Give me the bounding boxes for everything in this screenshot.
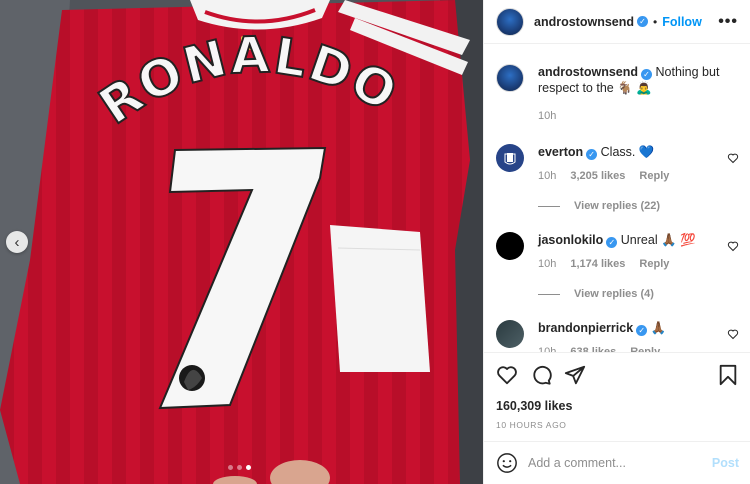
- carousel-dot: [228, 465, 233, 470]
- view-replies-button[interactable]: View replies (4): [538, 288, 739, 300]
- comment-text: Class. 💙: [600, 145, 655, 159]
- comment-input[interactable]: [528, 456, 712, 470]
- comment-likes[interactable]: 1,174 likes: [570, 256, 625, 272]
- svg-text:RONALDO: RONALDO: [89, 26, 408, 136]
- caption-username[interactable]: androstownsend: [538, 65, 638, 79]
- comment-time[interactable]: 10h: [538, 256, 556, 272]
- caption-time[interactable]: 10h: [538, 108, 556, 124]
- comments-list[interactable]: androstownsend ✓ Nothing but respect to t…: [484, 44, 750, 352]
- comment-likes[interactable]: 638 likes: [570, 344, 616, 352]
- post-sidebar: androstownsend ✓ • Follow ••• androstown…: [483, 0, 750, 484]
- caption: androstownsend ✓ Nothing but respect to t…: [496, 64, 739, 124]
- like-comment-heart-icon[interactable]: [727, 152, 739, 164]
- comment-username[interactable]: everton: [538, 145, 583, 159]
- commenter-avatar[interactable]: [496, 232, 524, 260]
- commenter-avatar[interactable]: [496, 320, 524, 348]
- verified-badge-icon: ✓: [606, 237, 618, 248]
- comment: everton ✓ Class. 💙 10h 3,205 likes Reply: [496, 144, 739, 184]
- reply-button[interactable]: Reply: [630, 344, 660, 352]
- comment: brandonpierrick ✓ 🙏🏾 10h 638 likes Reply: [496, 320, 739, 352]
- post-header: androstownsend ✓ • Follow •••: [484, 0, 750, 44]
- save-bookmark-icon[interactable]: [717, 364, 739, 386]
- comment-bubble-icon[interactable]: [530, 364, 552, 386]
- post-actions: 160,309 likes 10 HOURS AGO: [484, 352, 750, 430]
- view-replies-button[interactable]: View replies (22): [538, 200, 739, 212]
- sleeve-cuff: [330, 225, 430, 372]
- carousel-prev-button[interactable]: ‹: [6, 231, 28, 253]
- verified-badge-icon: ✓: [641, 69, 653, 80]
- like-comment-heart-icon[interactable]: [727, 240, 739, 252]
- carousel-dots: [228, 465, 251, 470]
- post-photo[interactable]: RONALDO ‹: [0, 0, 483, 484]
- emoji-icon[interactable]: [496, 452, 518, 474]
- separator-dot: •: [653, 14, 658, 29]
- verified-badge-icon: ✓: [586, 149, 598, 160]
- caption-avatar[interactable]: [496, 64, 524, 92]
- more-options-icon[interactable]: •••: [718, 13, 738, 31]
- likes-count[interactable]: 160,309 likes: [496, 399, 739, 413]
- reply-button[interactable]: Reply: [639, 256, 669, 272]
- carousel-dot-active: [246, 465, 251, 470]
- comment-text: Unreal 🙏🏾 💯: [620, 233, 696, 247]
- author-avatar[interactable]: [496, 7, 524, 36]
- comment-time[interactable]: 10h: [538, 344, 556, 352]
- comment-username[interactable]: brandonpierrick: [538, 321, 633, 335]
- comment-likes[interactable]: 3,205 likes: [570, 168, 625, 184]
- verified-badge-icon: ✓: [636, 325, 648, 336]
- comment: jasonlokilo ✓ Unreal 🙏🏾 💯 10h 1,174 likes…: [496, 232, 739, 272]
- everton-crest-icon: [504, 153, 516, 165]
- carousel-dot: [237, 465, 242, 470]
- like-heart-icon[interactable]: [496, 364, 518, 386]
- like-comment-heart-icon[interactable]: [727, 328, 739, 340]
- comment-time[interactable]: 10h: [538, 168, 556, 184]
- comment-text: 🙏🏾: [650, 321, 667, 335]
- reply-button[interactable]: Reply: [639, 168, 669, 184]
- share-paper-plane-icon[interactable]: [564, 364, 586, 386]
- jersey-name: RONALDO: [88, 25, 408, 137]
- post-comment-button[interactable]: Post: [712, 456, 739, 470]
- commenter-avatar[interactable]: [496, 144, 524, 172]
- add-comment-bar: Post: [484, 441, 750, 484]
- post-timestamp[interactable]: 10 HOURS AGO: [496, 420, 739, 430]
- verified-badge-icon: ✓: [637, 16, 649, 27]
- follow-button[interactable]: Follow: [662, 15, 702, 29]
- comment-username[interactable]: jasonlokilo: [538, 233, 603, 247]
- author-username[interactable]: androstownsend: [534, 15, 634, 29]
